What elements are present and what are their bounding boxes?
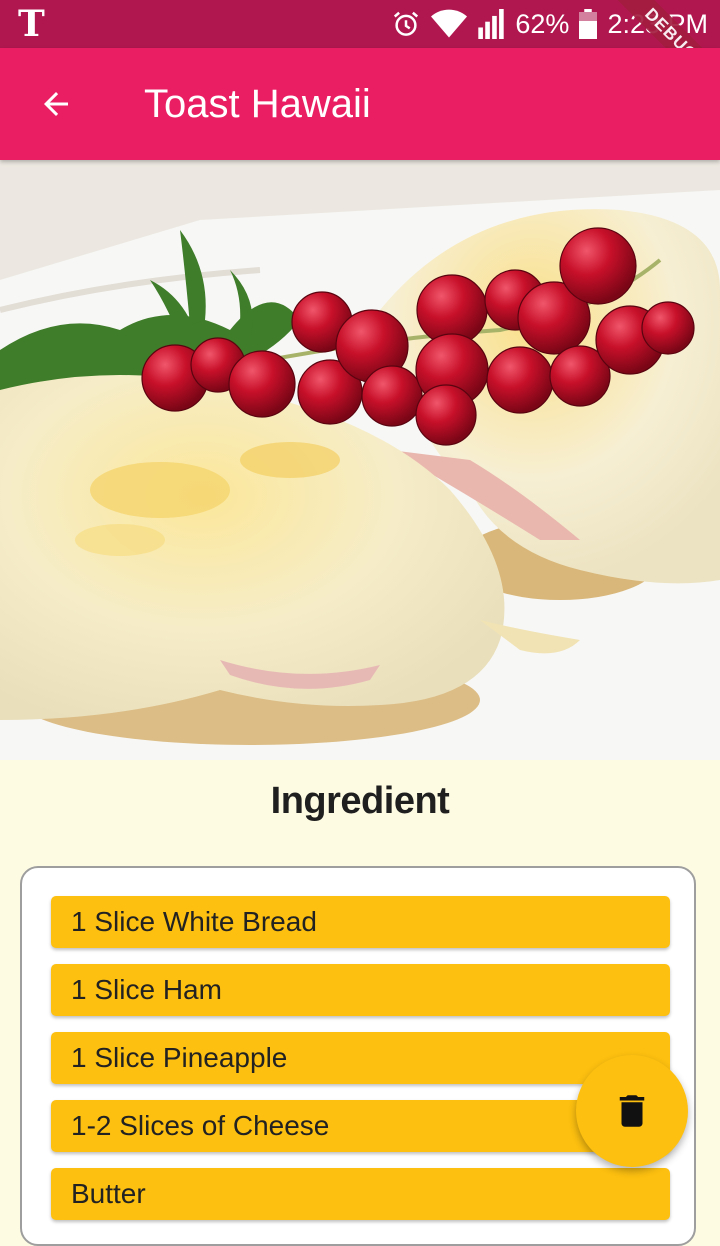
battery-icon (579, 9, 598, 39)
battery-percent: 62% (515, 8, 570, 39)
alarm-icon (391, 9, 421, 39)
app-bar: Toast Hawaii (0, 48, 720, 160)
ingredient-heading: Ingredient (270, 780, 450, 822)
arrow-back-icon (44, 92, 68, 116)
delete-button[interactable] (576, 1055, 688, 1167)
back-button[interactable] (28, 76, 84, 132)
ingredient-item[interactable]: 1 Slice Pineapple (51, 1032, 670, 1084)
signal-icon (477, 9, 505, 39)
trash-icon (619, 1095, 645, 1127)
ingredient-item[interactable]: 1 Slice White Bread (51, 896, 670, 948)
recipe-image (0, 160, 720, 760)
page-title: Toast Hawaii (144, 82, 371, 126)
notification-app-icon: T (18, 3, 45, 45)
ingredient-list: 1 Slice White Bread 1 Slice Ham 1 Slice … (20, 866, 696, 1246)
wifi-icon (431, 9, 468, 39)
ingredient-item[interactable]: Butter (51, 1168, 670, 1220)
ingredient-item[interactable]: 1 Slice Ham (51, 964, 670, 1016)
status-bar: T 62% 2:23 PM DEBUG (0, 0, 720, 112)
